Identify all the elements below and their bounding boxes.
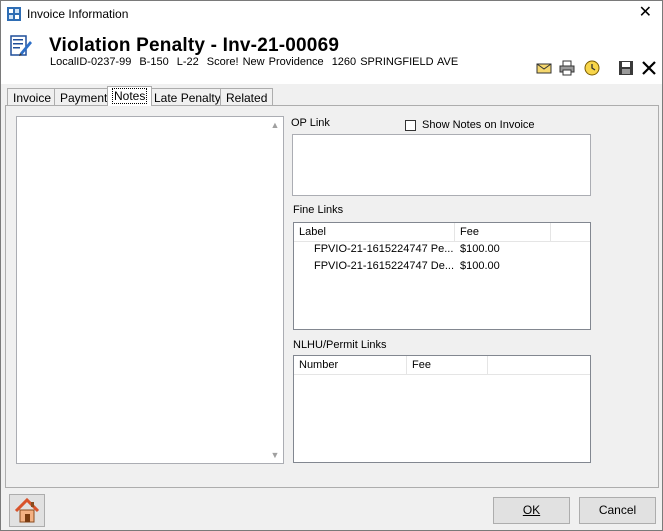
cancel-label: Cancel	[598, 503, 637, 517]
fine-link-fee: $100.00	[460, 243, 500, 255]
op-link-label: OP Link	[291, 117, 330, 129]
column-header-empty	[488, 356, 590, 375]
dialog-footer: OK Cancel	[1, 491, 662, 530]
op-link-box[interactable]	[292, 134, 591, 196]
scroll-down-icon[interactable]: ▼	[267, 447, 283, 463]
fine-link-label: FPVIO-21-1615224747 Pe...	[314, 243, 454, 255]
window-title: Invoice Information	[27, 7, 129, 21]
notes-tab-panel: ▲ ▼ OP Link Show Notes on Invoice Fine L…	[5, 105, 659, 488]
column-header-fee[interactable]: Fee	[407, 356, 488, 375]
column-header-label[interactable]: Label	[294, 223, 455, 242]
column-header-number[interactable]: Number	[294, 356, 407, 375]
home-button[interactable]	[9, 494, 45, 527]
property-info: LocalID-0237-99 B-150 L-22 Score! New Provi…	[50, 56, 466, 68]
column-header-empty	[551, 223, 590, 242]
page-title: Violation Penalty - Inv-21-00069	[49, 35, 340, 56]
window-close-icon[interactable]: ✕	[639, 4, 652, 22]
property-address: 1260 SPRINGFIELD AVE	[331, 56, 459, 68]
home-icon	[14, 497, 40, 523]
printer-icon[interactable]	[558, 59, 576, 77]
fine-link-fee: $100.00	[460, 260, 500, 272]
tab-invoice[interactable]: Invoice	[7, 88, 58, 106]
fine-links-label: Fine Links	[293, 204, 344, 216]
show-notes-label: Show Notes on Invoice	[422, 119, 535, 131]
list-item[interactable]: FPVIO-21-1615224747 De... $100.00	[294, 260, 590, 277]
save-icon[interactable]	[617, 59, 635, 77]
list-item[interactable]: FPVIO-21-1615224747 Pe... $100.00	[294, 243, 590, 260]
tab-late-penalty[interactable]: Late Penalty	[148, 88, 227, 106]
invoice-header: Violation Penalty - Inv-21-00069 LocalID…	[1, 27, 662, 84]
edit-document-icon	[10, 35, 32, 56]
nlhu-links-header: Number Fee	[294, 356, 590, 375]
tab-notes[interactable]: Notes	[107, 86, 153, 106]
tab-related[interactable]: Related	[220, 88, 274, 106]
block-number: B-150	[139, 56, 169, 68]
envelope-icon[interactable]	[535, 59, 553, 77]
fine-links-header: Label Fee	[294, 223, 590, 242]
fine-links-list[interactable]: Label Fee FPVIO-21-1615224747 Pe... $100…	[293, 222, 591, 330]
notes-scrollbar[interactable]: ▲ ▼	[267, 117, 283, 463]
tab-strip: Invoice Payment Notes Late Penalty Relat…	[7, 86, 657, 106]
title-bar: Invoice Information ✕	[1, 1, 662, 27]
notes-textarea[interactable]: ▲ ▼	[16, 116, 284, 464]
column-header-fee[interactable]: Fee	[455, 223, 551, 242]
ok-label: OK	[522, 503, 541, 517]
owner-name: Score! New Providence	[206, 56, 324, 68]
cancel-button[interactable]: Cancel	[579, 497, 656, 524]
lot-number: L-22	[176, 56, 199, 68]
show-notes-checkbox[interactable]	[405, 120, 416, 131]
local-id: LocalID-0237-99	[50, 56, 132, 68]
ok-button[interactable]: OK	[493, 497, 570, 524]
clock-icon[interactable]	[583, 59, 601, 77]
close-icon[interactable]	[640, 59, 658, 77]
nlhu-permit-links-label: NLHU/Permit Links	[293, 339, 387, 351]
tab-payment[interactable]: Payment	[54, 88, 114, 106]
invoice-information-window: Invoice Information ✕ Violation Penalty …	[0, 0, 663, 531]
nlhu-permit-links-list[interactable]: Number Fee	[293, 355, 591, 463]
scroll-up-icon[interactable]: ▲	[267, 117, 283, 133]
fine-link-label: FPVIO-21-1615224747 De...	[314, 260, 454, 272]
app-icon	[7, 7, 21, 21]
